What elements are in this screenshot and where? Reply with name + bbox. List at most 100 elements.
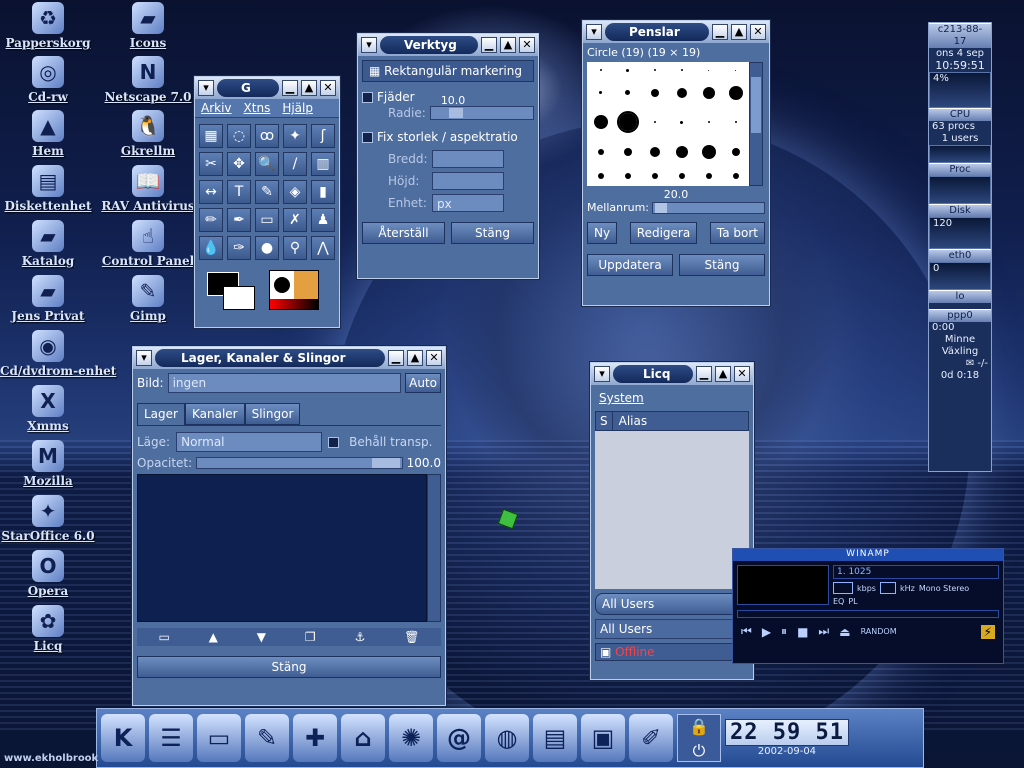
menu-arkiv[interactable]: Arkiv (201, 101, 232, 115)
radius-slider[interactable]: 10.0 (429, 94, 534, 120)
fix-size-checkbox[interactable] (362, 132, 373, 143)
brush-item[interactable] (626, 68, 629, 72)
contact-list[interactable] (595, 431, 749, 589)
brush-item[interactable] (680, 69, 683, 72)
titlebar[interactable]: ▾ G ▁ ▲ ✕ (195, 77, 339, 99)
minimize-button[interactable]: ▁ (696, 366, 712, 382)
close-button[interactable]: ✕ (519, 37, 535, 53)
reset-button[interactable]: Återställ (362, 222, 445, 244)
lower-layer-icon[interactable]: ▼ (257, 630, 266, 644)
close-button[interactable]: ✕ (750, 24, 766, 40)
minimize-button[interactable]: ▁ (712, 24, 728, 40)
mail-icon[interactable]: @ (437, 714, 481, 762)
desktop-icon[interactable]: M Mozilla (0, 440, 96, 488)
brush-item[interactable] (735, 69, 736, 71)
desktop-icon[interactable]: ▰ Katalog (0, 220, 96, 268)
titlebar[interactable]: ▾ Lager, Kanaler & Slingor ▁ ▲ ✕ (133, 347, 445, 369)
tool-button[interactable]: ✎ (255, 180, 279, 204)
brush-item[interactable] (597, 173, 604, 180)
brush-item[interactable] (701, 145, 716, 160)
menu-hjalp[interactable]: Hjälp (282, 101, 313, 115)
desktop-icon[interactable]: ◎ Cd-rw (0, 56, 96, 104)
brush-item[interactable] (728, 85, 743, 100)
menu-button[interactable]: ▾ (136, 350, 152, 366)
brush-item[interactable] (623, 148, 632, 157)
column-status[interactable]: S (596, 412, 613, 430)
close-button[interactable]: Stäng (451, 222, 534, 244)
desktop-icon[interactable]: ◉ Cd/dvdrom-enhet (0, 330, 116, 378)
menu-button[interactable]: ▾ (361, 37, 377, 53)
maximize-button[interactable]: ▲ (407, 350, 423, 366)
tool-button[interactable]: ꝏ (255, 124, 279, 148)
help-icon[interactable]: ✚ (293, 714, 337, 762)
tools-icon[interactable]: ✎ (245, 714, 289, 762)
close-button[interactable]: ✕ (734, 366, 750, 382)
brush-item[interactable] (649, 147, 660, 158)
feather-checkbox[interactable] (362, 92, 373, 103)
tool-button[interactable]: ▮ (311, 180, 335, 204)
next-button[interactable]: ⏭ (818, 624, 829, 639)
brush-item[interactable] (599, 91, 602, 95)
maximize-button[interactable]: ▲ (731, 24, 747, 40)
tool-button[interactable]: ▥ (311, 152, 335, 176)
opacity-slider[interactable] (196, 457, 403, 469)
tool-button[interactable]: ✒ (227, 208, 251, 232)
desktop-icon[interactable]: ✦ StarOffice 6.0 (0, 495, 96, 543)
brush-item[interactable] (616, 111, 639, 134)
brush-item[interactable] (651, 173, 658, 180)
tool-button[interactable]: ✂ (199, 152, 223, 176)
menu-button[interactable]: ▾ (594, 366, 610, 382)
tool-button[interactable]: ʃ (311, 124, 335, 148)
width-spinbox[interactable] (432, 150, 504, 168)
tool-button[interactable]: ◌ (227, 124, 251, 148)
desktop-icon[interactable]: ▤ Diskettenhet (0, 165, 96, 213)
tool-button[interactable]: / (283, 152, 307, 176)
brush-item[interactable] (653, 69, 656, 72)
house-icon[interactable]: ⌂ (341, 714, 385, 762)
brush-item[interactable] (597, 149, 604, 156)
brush-item[interactable] (653, 121, 656, 124)
stop-button[interactable]: ■ (797, 625, 808, 639)
titlebar[interactable]: ▾ Penslar ▁ ▲ ✕ (583, 21, 769, 43)
tool-button[interactable]: ✏ (199, 208, 223, 232)
new-brush-button[interactable]: Ny (587, 222, 618, 244)
tool-button[interactable]: ⚲ (283, 236, 307, 260)
tool-button[interactable]: ▦ (199, 124, 223, 148)
brush-grid[interactable] (587, 62, 749, 186)
notepad-icon[interactable]: ☰ (149, 714, 193, 762)
brush-pattern-preview[interactable] (269, 270, 319, 310)
desktop-icon[interactable]: ☝ Control Panel (100, 220, 196, 268)
desktop-icon[interactable]: X Xmms (0, 385, 96, 433)
desktop-icon[interactable]: ♻ Papperskorg (0, 2, 96, 50)
anchor-icon[interactable]: ⚓ (355, 630, 366, 644)
tool-button[interactable]: 🔍 (255, 152, 279, 176)
tab-channels[interactable]: Kanaler (184, 403, 245, 425)
play-button[interactable]: ▶ (762, 625, 771, 639)
status-text[interactable]: Offline (615, 645, 654, 659)
brush-item[interactable] (593, 115, 608, 130)
edit-brush-button[interactable]: Redigera (629, 222, 698, 244)
clock[interactable]: 22 59 51 (725, 719, 849, 746)
unit-select[interactable]: px (432, 194, 504, 212)
tool-button[interactable]: ◈ (283, 180, 307, 204)
system-menu[interactable]: System (595, 389, 749, 407)
brush-item[interactable] (650, 88, 659, 97)
mail-status[interactable]: ✉ -/- (929, 358, 991, 370)
tool-button[interactable]: 💧 (199, 236, 223, 260)
tool-button[interactable]: T (227, 180, 251, 204)
brush-scrollbar[interactable] (749, 62, 763, 186)
raise-layer-icon[interactable]: ▲ (209, 630, 218, 644)
desktop-icon[interactable]: O Opera (0, 550, 96, 598)
desktop-icon[interactable]: ▰ Icons (100, 2, 196, 50)
brush-item[interactable] (702, 86, 715, 99)
close-button[interactable]: ✕ (426, 350, 442, 366)
tool-button[interactable]: ✥ (227, 152, 251, 176)
random-toggle[interactable]: RANDOM (861, 627, 897, 636)
lock-logout[interactable]: 🔒 ⏻ (677, 714, 721, 762)
tool-button[interactable]: ✗ (283, 208, 307, 232)
tool-button[interactable]: ✑ (227, 236, 251, 260)
titlebar[interactable]: ▾ Licq ▁ ▲ ✕ (591, 363, 753, 385)
mode-select[interactable]: Normal (176, 432, 323, 452)
maximize-button[interactable]: ▲ (301, 80, 317, 96)
layer-scrollbar[interactable] (427, 474, 441, 622)
